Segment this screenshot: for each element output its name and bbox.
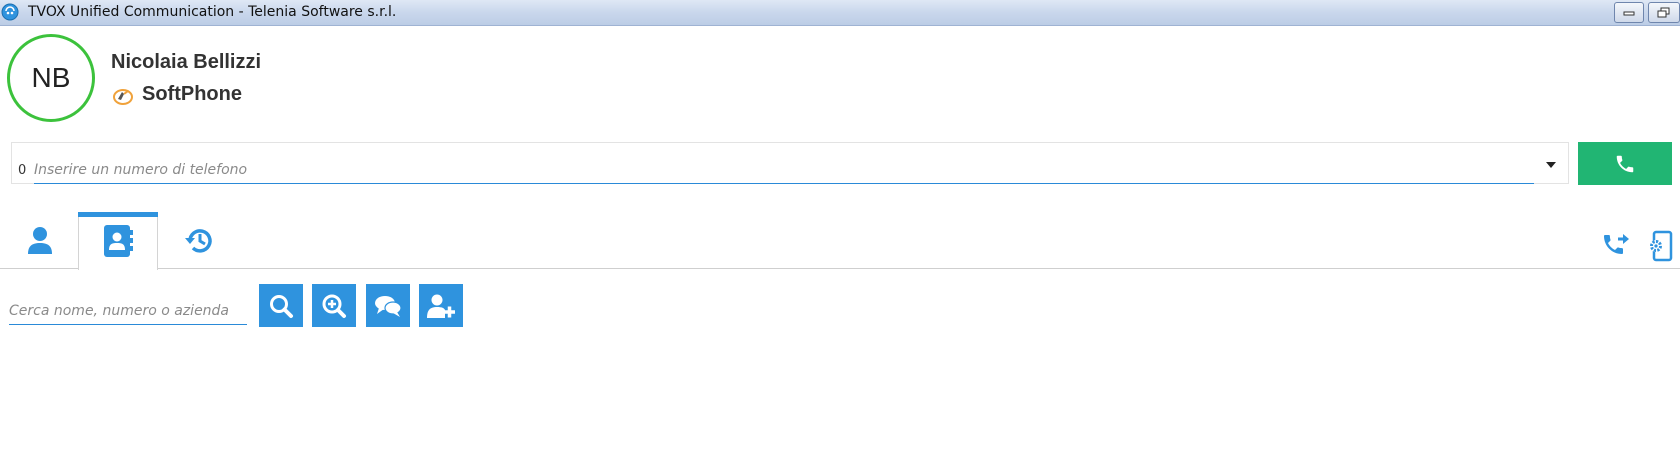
search-button[interactable] xyxy=(259,284,303,327)
user-name: Nicolaia Bellizzi xyxy=(111,51,262,73)
mobile-settings-icon xyxy=(1650,230,1673,262)
window-title: TVOX Unified Communication - Telenia Sof… xyxy=(28,4,397,20)
advanced-search-button[interactable] xyxy=(312,284,356,327)
window-title-bar: TVOX Unified Communication - Telenia Sof… xyxy=(0,0,1680,26)
avatar[interactable]: NB xyxy=(7,34,95,122)
tab-phonebook[interactable] xyxy=(78,212,158,270)
phone-number-input[interactable] xyxy=(34,156,1534,184)
call-forward-button[interactable] xyxy=(1600,230,1632,262)
call-button[interactable] xyxy=(1578,142,1672,185)
chat-button[interactable] xyxy=(366,284,410,327)
phonebook-icon xyxy=(104,225,133,257)
zoom-in-icon xyxy=(322,294,346,318)
tab-users[interactable] xyxy=(0,212,80,269)
device-label[interactable]: SoftPhone xyxy=(142,83,242,106)
dial-dropdown-button[interactable] xyxy=(1540,156,1562,174)
minimize-icon xyxy=(1623,11,1635,15)
minimize-button[interactable] xyxy=(1614,2,1644,23)
tab-strip-divider xyxy=(0,268,1680,269)
search-icon xyxy=(270,294,293,318)
phone-icon xyxy=(1616,155,1634,172)
softphone-device-icon xyxy=(113,89,133,105)
chat-icon xyxy=(375,295,402,317)
contact-search-input[interactable] xyxy=(9,297,247,325)
device-settings-button[interactable] xyxy=(1645,230,1677,262)
call-forward-icon xyxy=(1604,234,1629,254)
dial-prefix: 0 xyxy=(18,163,27,178)
history-icon xyxy=(185,228,212,253)
add-user-icon xyxy=(427,294,455,318)
tab-history[interactable] xyxy=(160,212,240,269)
tvox-app-icon xyxy=(1,3,19,21)
restore-button[interactable] xyxy=(1648,2,1680,23)
add-contact-button[interactable] xyxy=(419,284,463,327)
avatar-initials: NB xyxy=(31,62,71,93)
restore-icon xyxy=(1657,7,1670,17)
caret-down-icon xyxy=(1546,162,1556,168)
user-icon xyxy=(28,226,52,254)
